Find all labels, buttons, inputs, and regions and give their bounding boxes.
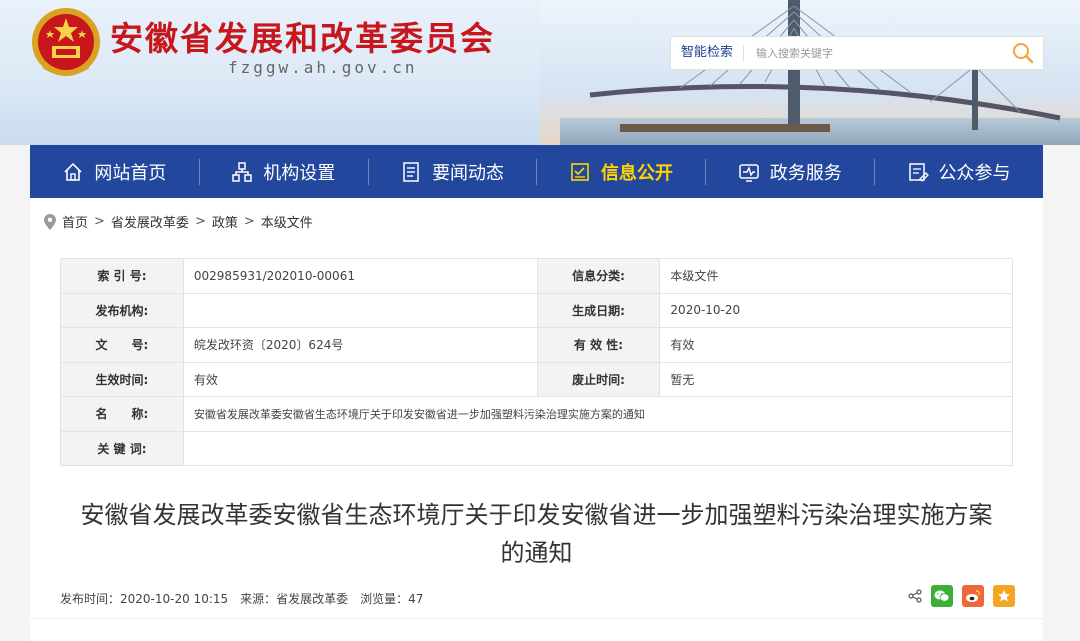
breadcrumb-separator: > <box>243 214 255 229</box>
main-content: 首页 > 省发展改革委 > 政策 > 本级文件 索 引 号: 002985931… <box>30 198 1043 641</box>
meta-key: 文 号: <box>60 327 184 363</box>
info-open-icon <box>571 162 589 181</box>
breadcrumb-separator: > <box>194 214 206 229</box>
table-row: 生效时间: 有效 废止时间: 暂无 <box>60 361 1013 397</box>
wechat-icon <box>934 590 950 602</box>
table-row: 文 号: 皖发改环资〔2020〕624号 有 效 性: 有效 <box>60 327 1013 363</box>
search-input[interactable] <box>744 38 1003 68</box>
favorite-button[interactable] <box>993 585 1015 607</box>
nav-item-home[interactable]: 网站首页 <box>30 145 199 198</box>
national-emblem-icon <box>30 6 102 82</box>
wechat-share-button[interactable] <box>931 585 953 607</box>
site-title: 安徽省发展和改革委员会 <box>110 19 495 58</box>
org-chart-icon <box>232 161 252 182</box>
breadcrumb: 首页 > 省发展改革委 > 政策 > 本级文件 <box>44 212 313 231</box>
share-icon[interactable] <box>908 589 922 603</box>
nav-item-org[interactable]: 机构设置 <box>198 145 368 198</box>
nav-item-label: 机构设置 <box>263 162 336 184</box>
meta-value: 本级文件 <box>659 258 1013 294</box>
nav-item-label: 政务服务 <box>769 162 842 184</box>
search-button[interactable] <box>1003 36 1043 70</box>
news-icon <box>403 161 419 182</box>
breadcrumb-current[interactable]: 本级文件 <box>261 212 313 231</box>
search-icon <box>1013 43 1034 64</box>
breadcrumb-separator: > <box>94 214 105 229</box>
meta-value: 暂无 <box>659 361 1013 397</box>
table-row: 名 称: 安徽省发展改革委安徽省生态环境厅关于印发安徽省进一步加强塑料污染治理实… <box>60 396 1014 432</box>
home-icon <box>64 162 82 181</box>
view-count: 浏览量：47 <box>360 592 424 606</box>
meta-key: 索 引 号: <box>60 258 184 294</box>
nav-item-label: 要闻动态 <box>432 162 505 184</box>
table-row: 发布机构: 生成日期: 2020-10-20 <box>60 292 1013 328</box>
breadcrumb-ndrc[interactable]: 省发展改革委 <box>111 212 189 231</box>
service-icon <box>738 163 759 182</box>
meta-key: 生效时间: <box>60 361 184 397</box>
nav-item-participate[interactable]: 公众参与 <box>874 145 1043 198</box>
table-row: 索 引 号: 002985931/202010-00061 信息分类: 本级文件 <box>60 258 1013 294</box>
nav-item-label: 公众参与 <box>938 162 1011 184</box>
meta-value <box>182 292 538 328</box>
meta-key: 关 键 词: <box>60 430 184 466</box>
table-row: 关 键 词: <box>60 430 1014 466</box>
breadcrumb-home[interactable]: 首页 <box>62 212 88 231</box>
meta-key: 有 效 性: <box>536 327 661 363</box>
site-domain: fzggw.ah.gov.cn <box>228 58 418 77</box>
main-nav: 网站首页 机构设置 要闻动态 信息公开 政务服务 公众参与 <box>30 145 1043 198</box>
meta-value: 有效 <box>182 361 538 397</box>
meta-key: 废止时间: <box>536 361 661 397</box>
share-bar <box>908 585 1015 607</box>
breadcrumb-policy[interactable]: 政策 <box>212 212 238 231</box>
meta-key: 生成日期: <box>536 292 661 328</box>
meta-key: 发布机构: <box>60 292 184 328</box>
star-icon <box>998 590 1010 602</box>
meta-key: 名 称: <box>60 396 184 432</box>
nav-item-info-open[interactable]: 信息公开 <box>536 145 705 198</box>
weibo-share-button[interactable] <box>962 585 984 607</box>
document-meta-table: 索 引 号: 002985931/202010-00061 信息分类: 本级文件… <box>60 258 1014 466</box>
search-label[interactable]: 智能检索 <box>671 45 745 61</box>
meta-value <box>182 430 1014 466</box>
meta-value: 2020-10-20 <box>659 292 1013 328</box>
nav-item-service[interactable]: 政务服务 <box>705 145 874 198</box>
document-title: 安徽省发展改革委安徽省生态环境厅关于印发安徽省进一步加强塑料污染治理实施方案的通… <box>80 501 993 567</box>
nav-item-news[interactable]: 要闻动态 <box>367 145 537 198</box>
weibo-icon <box>966 590 980 602</box>
nav-item-label: 信息公开 <box>600 162 673 184</box>
location-pin-icon <box>44 213 56 230</box>
meta-value: 皖发改环资〔2020〕624号 <box>182 327 538 363</box>
publish-info: 发布时间：2020-10-20 10:15 来源：省发展改革委 浏览量：47 <box>60 590 423 607</box>
nav-item-label: 网站首页 <box>94 162 167 184</box>
meta-value: 安徽省发展改革委安徽省生态环境厅关于印发安徽省进一步加强塑料污染治理实施方案的通… <box>182 396 1014 432</box>
site-header: 安徽省发展和改革委员会 fzggw.ah.gov.cn 智能检索 <box>0 0 1080 145</box>
publish-source: 来源：省发展改革委 <box>240 592 349 606</box>
meta-value: 002985931/202010-00061 <box>182 258 538 294</box>
publish-time: 发布时间：2020-10-20 10:15 <box>60 592 229 606</box>
divider <box>30 618 1043 619</box>
participate-icon <box>908 162 929 182</box>
meta-key: 信息分类: <box>536 258 661 294</box>
search-box: 智能检索 <box>670 36 1044 70</box>
bridge-illustration <box>589 0 1061 132</box>
meta-value: 有效 <box>659 327 1013 363</box>
